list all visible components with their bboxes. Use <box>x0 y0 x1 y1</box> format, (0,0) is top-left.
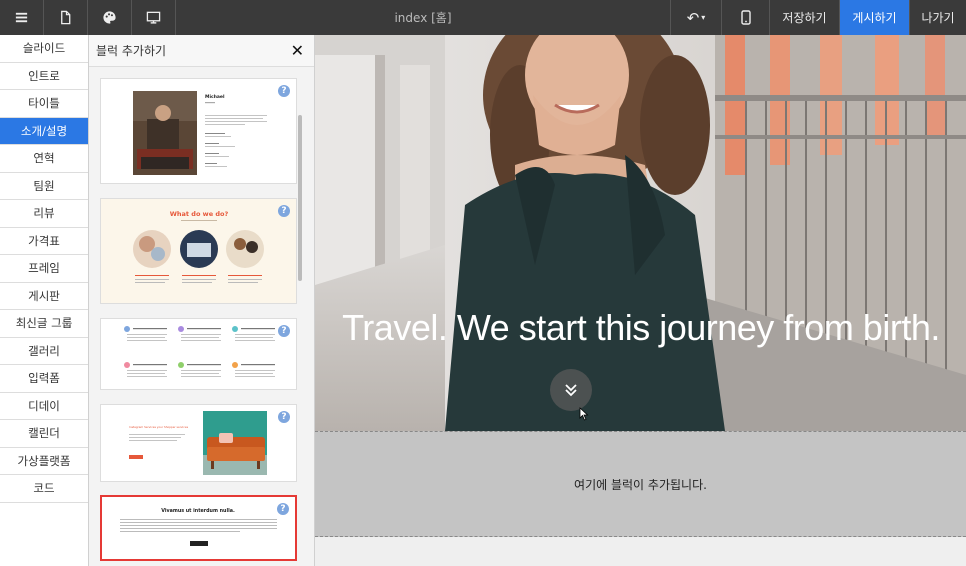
menu-button[interactable] <box>0 0 44 35</box>
add-block-panel: 블럭 추가하기 ✕ Michael ? What do we do? ? ? I… <box>89 35 315 566</box>
menu-icon <box>15 12 28 23</box>
block-thumbnail-list[interactable]: Michael ? What do we do? ? ? Instagram S… <box>89 67 315 566</box>
category-item-frame[interactable]: 프레임 <box>0 255 88 283</box>
block-category-sidebar: 슬라이드 인트로 타이틀 소개/설명 연혁 팀원 리뷰 가격표 프레임 게시판 … <box>0 35 89 566</box>
category-item-intro[interactable]: 인트로 <box>0 63 88 90</box>
text-block-preview: Vivamus ut interdum nulla. <box>120 508 277 546</box>
block-thumbnail-text-block[interactable]: Vivamus ut interdum nulla. ? <box>100 495 297 561</box>
block-thumbnail-features-grid[interactable]: ? <box>100 318 297 390</box>
publish-button[interactable]: 게시하기 <box>839 0 909 35</box>
help-icon[interactable]: ? <box>278 411 290 423</box>
sofa-preview: Instagram Services your Shopper services <box>129 411 267 475</box>
help-icon[interactable]: ? <box>278 85 290 97</box>
panel-scrollbar[interactable] <box>298 115 302 281</box>
panel-title: 블럭 추가하기 <box>96 44 167 58</box>
category-item-slide[interactable]: 슬라이드 <box>0 35 88 63</box>
mouse-cursor-icon <box>579 407 589 421</box>
hero-background-image <box>315 35 966 431</box>
category-item-pricing[interactable]: 가격표 <box>0 228 88 255</box>
help-icon[interactable]: ? <box>278 205 290 217</box>
features-grid-preview <box>124 326 275 377</box>
category-item-about[interactable]: 소개/설명 <box>0 117 88 145</box>
toolbar-actions: ↶ ▾ 저장하기 게시하기 나가기 <box>670 0 966 35</box>
close-icon[interactable]: ✕ <box>291 41 304 60</box>
editor-canvas: Travel. We start this journey from birth… <box>315 35 966 566</box>
category-item-code[interactable]: 코드 <box>0 475 88 503</box>
page-title: index [홈] <box>394 11 452 25</box>
sofa-preview-heading: Instagram Services your Shopper services <box>129 425 189 429</box>
profile-preview: Michael <box>133 91 267 175</box>
mobile-icon <box>740 10 751 25</box>
profile-preview-heading: Michael <box>205 94 225 100</box>
category-item-dday[interactable]: 디데이 <box>0 393 88 420</box>
category-item-form[interactable]: 입력폼 <box>0 365 88 393</box>
category-item-board[interactable]: 게시판 <box>0 283 88 310</box>
category-item-virtual-platform[interactable]: 가상플랫폼 <box>0 448 88 475</box>
block-thumbnail-sofa[interactable]: Instagram Services your Shopper services… <box>100 404 297 482</box>
block-thumbnail-what-we-do[interactable]: What do we do? ? <box>100 198 297 304</box>
top-toolbar: index [홈] ↶ ▾ 저장하기 게시하기 나가기 <box>0 0 966 35</box>
preview-button[interactable] <box>132 0 176 35</box>
design-button[interactable] <box>88 0 132 35</box>
undo-button[interactable]: ↶ ▾ <box>670 0 721 35</box>
text-block-preview-heading: Vivamus ut interdum nulla. <box>161 508 235 514</box>
block-thumbnail-profile[interactable]: Michael ? <box>100 78 297 184</box>
palette-icon <box>103 11 116 24</box>
pages-button[interactable] <box>44 0 88 35</box>
mobile-view-button[interactable] <box>721 0 769 35</box>
category-item-calendar[interactable]: 캘린더 <box>0 420 88 448</box>
help-icon[interactable]: ? <box>278 325 290 337</box>
file-icon <box>61 10 71 25</box>
block-drop-zone[interactable]: 여기에 블럭이 추가됩니다. <box>315 431 966 537</box>
category-item-gallery[interactable]: 갤러리 <box>0 338 88 365</box>
what-we-do-preview-heading: What do we do? <box>170 210 229 218</box>
hero-heading[interactable]: Travel. We start this journey from birth… <box>315 307 966 349</box>
hero-section[interactable]: Travel. We start this journey from birth… <box>315 35 966 431</box>
category-item-history[interactable]: 연혁 <box>0 145 88 173</box>
help-icon[interactable]: ? <box>277 503 289 515</box>
chevron-down-icon: ▾ <box>701 13 706 22</box>
category-item-team[interactable]: 팀원 <box>0 173 88 200</box>
scroll-down-button[interactable] <box>550 369 592 411</box>
what-we-do-preview: What do we do? <box>133 210 264 283</box>
chevron-double-down-icon <box>565 384 577 397</box>
undo-icon: ↶ <box>686 8 700 27</box>
category-item-title[interactable]: 타이틀 <box>0 90 88 118</box>
save-button[interactable]: 저장하기 <box>769 0 839 35</box>
category-item-review[interactable]: 리뷰 <box>0 200 88 228</box>
category-item-recent-posts[interactable]: 최신글 그룹 <box>0 310 88 338</box>
exit-button[interactable]: 나가기 <box>909 0 966 35</box>
panel-header: 블럭 추가하기 ✕ <box>89 35 314 67</box>
monitor-icon <box>146 11 161 24</box>
